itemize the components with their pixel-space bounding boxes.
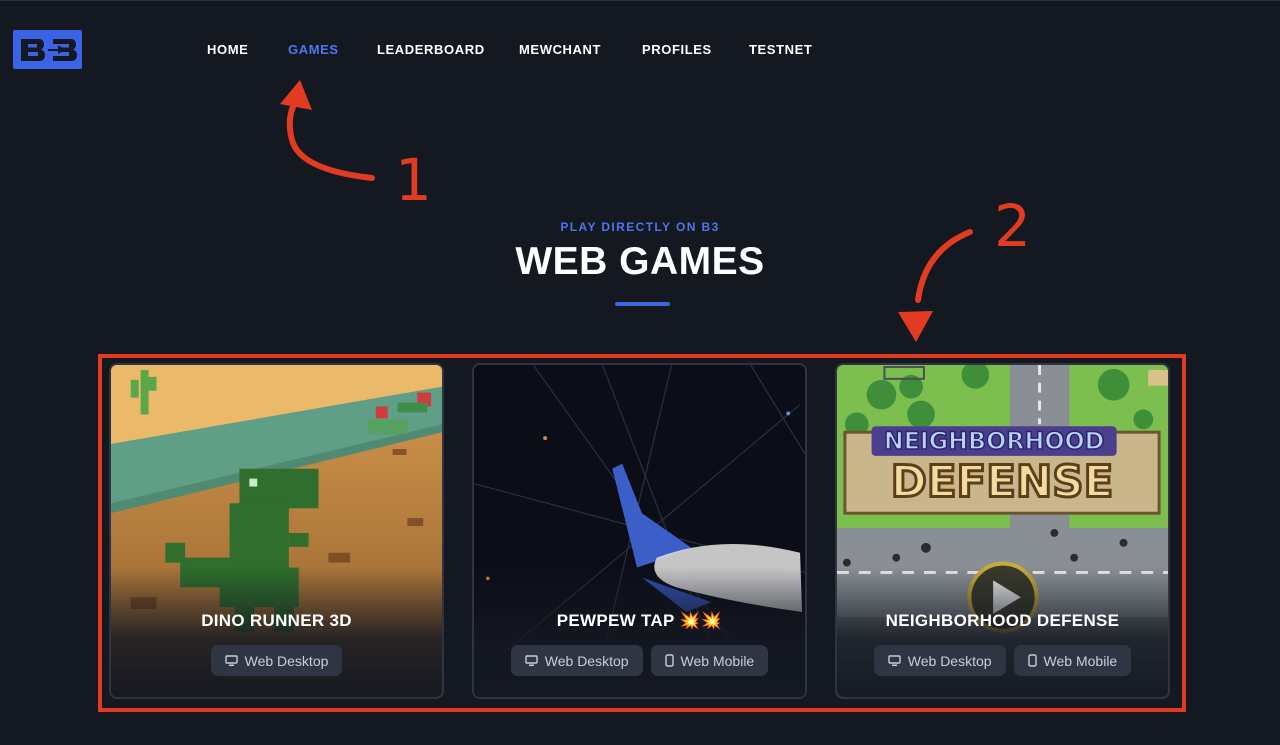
section-kicker: PLAY DIRECTLY ON B3 [560, 220, 720, 234]
nav-home[interactable]: HOME [207, 42, 248, 57]
main-nav: HOME GAMES LEADERBOARD MEWCHANT PROFILES… [0, 42, 1280, 58]
nav-testnet[interactable]: TESTNET [749, 42, 812, 57]
title-underline [615, 302, 670, 306]
nav-mewchant[interactable]: MEWCHANT [519, 42, 601, 57]
annotation-highlight-box [98, 354, 1186, 712]
nav-leaderboard[interactable]: LEADERBOARD [377, 42, 485, 57]
top-divider [0, 0, 1280, 1]
annotation-number-1: 1 [395, 146, 432, 214]
page-title: WEB GAMES [515, 240, 765, 283]
nav-profiles[interactable]: PROFILES [642, 42, 712, 57]
nav-games[interactable]: GAMES [288, 42, 339, 57]
annotation-number-2: 2 [994, 192, 1031, 260]
